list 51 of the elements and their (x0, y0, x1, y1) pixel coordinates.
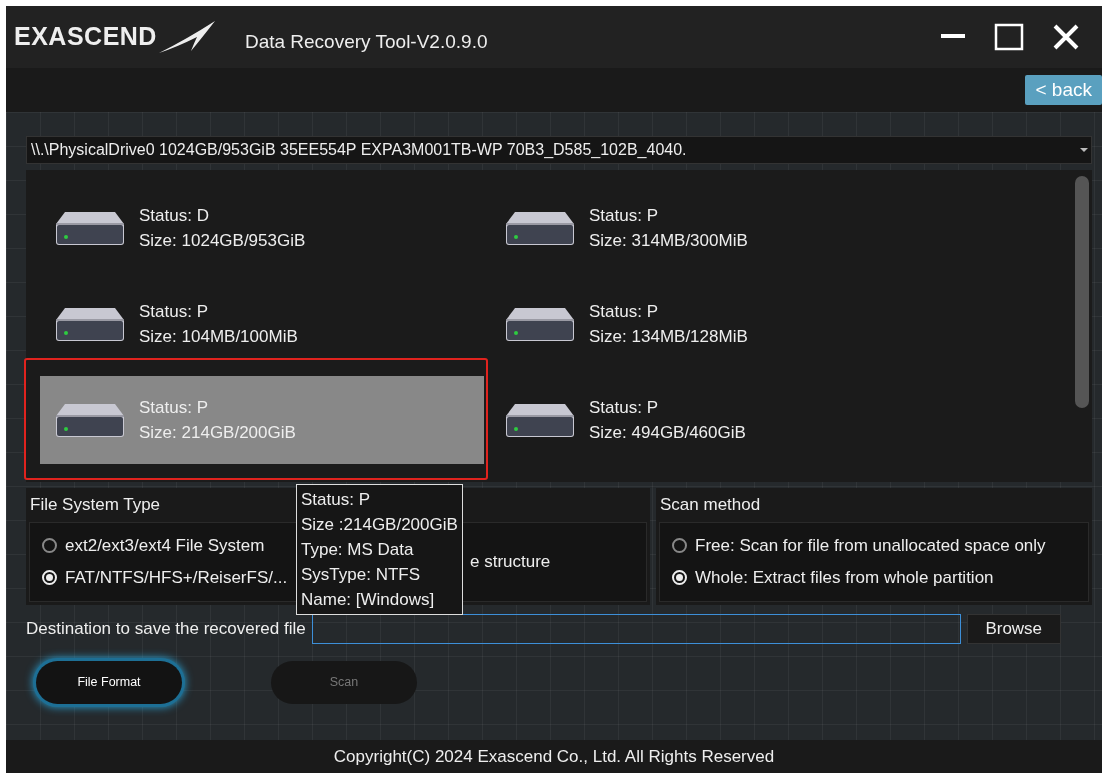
radio-label: FAT/NTFS/HFS+/ReiserFS/... (65, 567, 288, 589)
drive-icon (55, 210, 125, 246)
partition-item[interactable]: Status: P Size: 314MB/300MiB (490, 184, 934, 272)
tooltip-line: SysType: NTFS (301, 564, 422, 586)
window-title: Data Recovery Tool-V2.0.9.0 (244, 29, 488, 54)
drive-text: \\.\PhysicalDrive0 1024GB/953GiB 35EE554P EXPA3M001TB-WP 70B3_D585_102B_4040. (31, 140, 688, 160)
radio-button[interactable] (672, 538, 687, 554)
status-text: Status: D (139, 205, 210, 227)
size-text: Size: 1024GB/953GiB (139, 230, 306, 252)
size-text: Size: 214GB/200GiB (139, 422, 296, 444)
partition-item[interactable]: Status: P Size: 104MB/100MiB (40, 280, 484, 368)
radio-label: Free: Scan for file from unallocated space only (695, 535, 1046, 557)
radio-option[interactable]: Free: Scan for file from unallocated space only (672, 529, 1046, 562)
radio-option[interactable]: ext2/ext3/ext4 File System (42, 529, 265, 562)
destination-label: Destination to save the recovered file (26, 618, 306, 641)
size-text: Size: 134MB/128MiB (589, 326, 748, 348)
group-title: File System Type (29, 494, 162, 516)
option-label: e structure (470, 551, 551, 573)
browse-button[interactable]: Browse (966, 614, 1061, 644)
radio-button[interactable] (42, 538, 57, 554)
status-text: Status: P (589, 301, 659, 323)
drive-dropdown[interactable]: \\.\PhysicalDrive0 1024GB/953GiB 35EE554P EXPA3M001TB-WP 70B3_D585_102B_4040. (26, 136, 1092, 164)
radio-option[interactable]: Whole: Extract files from whole partition (672, 561, 994, 594)
group-title: Scan method (659, 494, 762, 516)
status-text: Status: P (589, 205, 659, 227)
status-text: Status: P (589, 397, 659, 419)
drive-icon (55, 402, 125, 438)
partition-item[interactable]: Status: D Size: 1024GB/953GiB (40, 184, 484, 272)
scrollbar-thumb[interactable] (1075, 176, 1089, 408)
size-text: Size: 494GB/460GiB (589, 422, 746, 444)
drive-icon (505, 306, 575, 342)
radio-option[interactable]: FAT/NTFS/HFS+/ReiserFS/... (42, 561, 288, 594)
radio-label: Whole: Extract files from whole partition (695, 567, 994, 589)
tooltip-line: Status: P (301, 489, 371, 511)
status-text: Status: P (139, 301, 209, 323)
tooltip-line: Type: MS Data (301, 539, 415, 561)
partition-item[interactable]: Status: P Size: 494GB/460GiB (490, 376, 934, 464)
close-icon[interactable] (1052, 23, 1080, 51)
drive-icon (55, 306, 125, 342)
tooltip-line: Size :214GB/200GiB (301, 514, 458, 536)
partition-item[interactable]: Status: P Size: 134MB/128MiB (490, 280, 934, 368)
drive-icon (505, 210, 575, 246)
logo-text: EXASCEND (14, 21, 157, 53)
tooltip-line: Name: [Windows] (301, 589, 436, 611)
drive-icon (505, 402, 575, 438)
maximize-icon[interactable] (994, 23, 1024, 51)
status-text: Status: P (139, 397, 209, 419)
action-button[interactable]: File Format (36, 661, 182, 704)
size-text: Size: 104MB/100MiB (139, 326, 298, 348)
size-text: Size: 314MB/300MiB (589, 230, 748, 252)
radio-label: ext2/ext3/ext4 File System (65, 535, 265, 557)
